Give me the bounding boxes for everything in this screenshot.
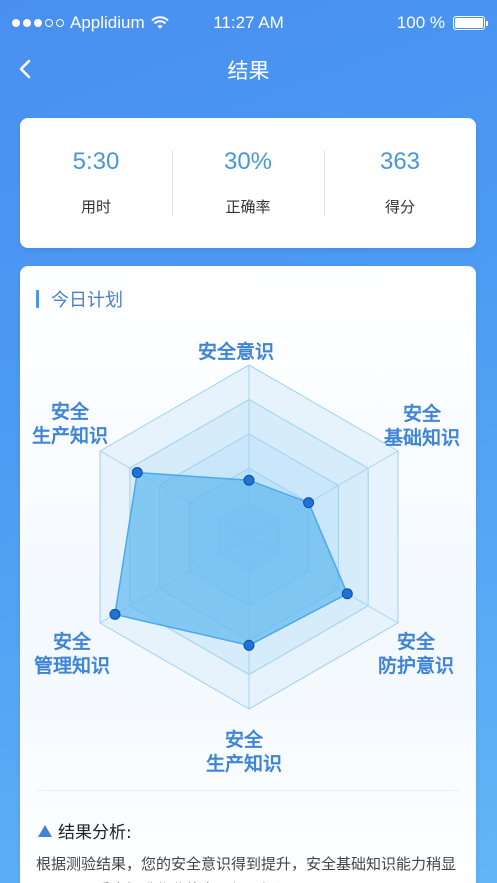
radar-label-text: 防护意识	[378, 655, 455, 677]
triangle-icon	[38, 824, 52, 837]
radar-label-text: 安全	[397, 631, 436, 653]
stat-time-label: 用时	[80, 198, 111, 216]
analysis-header: 结果分析:	[38, 818, 132, 843]
status-bar-right: 100 %	[396, 13, 488, 33]
radar-label-production-knowledge-bottom: 安全 生产知识	[206, 728, 282, 776]
radar-label-text: 安全	[225, 729, 264, 751]
radar-label-text: 安全	[53, 631, 92, 653]
stat-time: 5:30 用时	[20, 118, 172, 248]
analysis-title: 结果分析:	[58, 823, 132, 843]
analysis-text: 根据测验结果，您的安全意识得到提升，安全基础知识能力稍显不足，需重点提升作业能力…	[36, 855, 457, 883]
radar-label-text: 生产知识	[32, 425, 109, 447]
page-title: 结果	[227, 59, 270, 83]
stat-score-label: 得分	[384, 198, 415, 216]
radar-point	[341, 588, 353, 600]
radar-point	[243, 474, 255, 486]
radar-point	[303, 497, 315, 509]
stat-accuracy-label: 正确率	[225, 198, 271, 216]
radar-label-text: 基础知识	[384, 427, 461, 449]
stats-card: 5:30 用时 30% 正确率 363 得分	[20, 118, 476, 248]
navigation-bar: 结果	[0, 46, 497, 92]
radar-point	[131, 467, 143, 478]
stat-time-value: 5:30	[72, 148, 120, 175]
stat-accuracy: 30% 正确率	[172, 118, 324, 248]
radar-label-management-knowledge: 安全 管理知识	[34, 630, 110, 678]
battery-percent: 100 %	[396, 13, 445, 32]
radar-label-basic-knowledge: 安全 基础知识	[384, 402, 460, 450]
section-divider	[36, 790, 460, 791]
radar-point	[243, 639, 255, 651]
radar-label-text: 安全	[403, 403, 442, 425]
status-bar: Applidium 11:27 AM 100 %	[0, 0, 497, 46]
radar-label-text: 生产知识	[206, 753, 283, 775]
radar-label-production-knowledge-top: 安全 生产知识	[32, 400, 108, 448]
stat-score: 363 得分	[324, 118, 476, 248]
plan-card: 今日计划 安全意识 安全 基础知识 安全 防护意识 安全 生产知识 安全 管理知…	[20, 266, 476, 883]
stat-score-value: 363	[379, 148, 421, 175]
radar-label-text: 安全	[51, 401, 90, 423]
radar-label-text: 安全意识	[198, 341, 275, 363]
stat-accuracy-value: 30%	[223, 148, 273, 175]
radar-label-text: 管理知识	[34, 655, 111, 677]
radar-point	[109, 608, 121, 620]
radar-label-safety-awareness: 安全意识	[198, 340, 274, 364]
battery-icon	[453, 16, 488, 30]
radar-label-protection-awareness: 安全 防护意识	[378, 630, 454, 678]
